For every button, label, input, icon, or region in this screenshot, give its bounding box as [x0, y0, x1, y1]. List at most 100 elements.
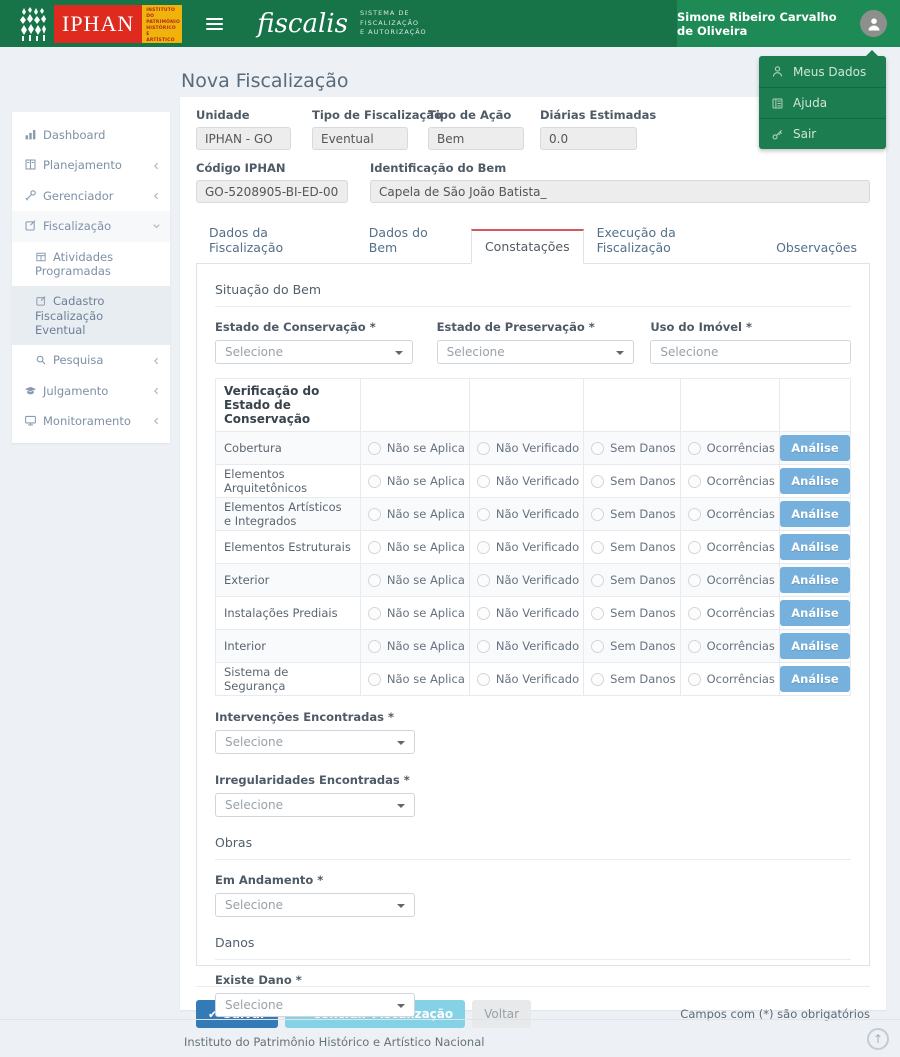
radio-ocorrencias[interactable] [688, 475, 701, 488]
field-codigo-iphan: Código IPHAN [196, 161, 348, 203]
analise-button[interactable]: Análise [780, 666, 849, 692]
analise-button[interactable]: Análise [780, 501, 849, 527]
edit-square-icon [35, 295, 47, 307]
radio-option-label: Não se Aplica [387, 606, 465, 620]
menu-item-meus-dados[interactable]: Meus Dados [759, 56, 886, 87]
estado-conservacao-select[interactable]: Selecione [215, 340, 413, 364]
radio-sem-danos[interactable] [591, 508, 604, 521]
radio-nao-verificado[interactable] [477, 508, 490, 521]
existe-dano-select[interactable]: Selecione [215, 993, 415, 1017]
user-menu-button[interactable]: Simone Ribeiro Carvalho de Oliveira [677, 0, 900, 47]
radio-nao-verificado[interactable] [477, 442, 490, 455]
radio-nao-se-aplica[interactable] [368, 541, 381, 554]
field-estado-conservacao: Estado de Conservação * Selecione [215, 320, 413, 364]
sidebar-toggle-icon[interactable] [206, 15, 223, 33]
menu-item-sair[interactable]: Sair [759, 118, 886, 149]
user-avatar-icon [860, 10, 887, 37]
intervencoes-label: Intervenções Encontradas * [215, 710, 415, 724]
sidebar-item-julgamento[interactable]: Julgamento [12, 376, 170, 406]
analise-button[interactable]: Análise [780, 567, 849, 593]
analise-button[interactable]: Análise [780, 600, 849, 626]
radio-nao-verificado[interactable] [477, 475, 490, 488]
iphan-emblem-icon [18, 6, 48, 42]
check-table-row: Sistema de SegurançaNão se AplicaNão Ver… [216, 663, 851, 696]
radio-nao-se-aplica[interactable] [368, 673, 381, 686]
radio-sem-danos[interactable] [591, 475, 604, 488]
radio-option-label: Não Verificado [496, 639, 579, 653]
radio-ocorrencias[interactable] [688, 607, 701, 620]
identificacao-bem-input[interactable] [370, 180, 870, 203]
radio-option-label: Sem Danos [610, 606, 675, 620]
tipo-acao-input[interactable] [428, 127, 524, 150]
em-andamento-select[interactable]: Selecione [215, 893, 415, 917]
sidebar-item-cadastro-fiscalizacao-eventual[interactable]: Cadastro Fiscalização Eventual [12, 286, 170, 345]
irregularidades-select[interactable]: Selecione [215, 793, 415, 817]
codigo-iphan-input[interactable] [196, 180, 348, 203]
tabs-bar: Dados da Fiscalização Dados do Bem Const… [196, 216, 870, 264]
radio-ocorrencias[interactable] [688, 508, 701, 521]
check-table-row: ExteriorNão se AplicaNão VerificadoSem D… [216, 564, 851, 597]
radio-option-label: Não Verificado [496, 672, 579, 686]
radio-nao-verificado[interactable] [477, 673, 490, 686]
radio-sem-danos[interactable] [591, 442, 604, 455]
codigo-iphan-label: Código IPHAN [196, 161, 348, 175]
section-obras: Obras [215, 835, 851, 860]
tab-dados-do-bem[interactable]: Dados do Bem [356, 216, 471, 264]
radio-option-label: Não se Aplica [387, 639, 465, 653]
iphan-logo[interactable]: IPHAN INSTITUTO DO PATRIMÔNIO HISTÓRICO … [18, 0, 182, 47]
radio-nao-se-aplica[interactable] [368, 442, 381, 455]
sidebar-item-gerenciador[interactable]: Gerenciador [12, 181, 170, 211]
tab-dados-da-fiscalizacao[interactable]: Dados da Fiscalização [196, 216, 356, 264]
uso-imovel-input[interactable] [650, 340, 851, 364]
sidebar-item-pesquisa[interactable]: Pesquisa [12, 345, 170, 375]
radio-ocorrencias[interactable] [688, 442, 701, 455]
radio-ocorrencias[interactable] [688, 574, 701, 587]
sidebar-item-dashboard[interactable]: Dashboard [12, 120, 170, 150]
radio-nao-se-aplica[interactable] [368, 574, 381, 587]
radio-nao-se-aplica[interactable] [368, 640, 381, 653]
page-footer: Instituto do Patrimônio Histórico e Artí… [0, 1019, 900, 1057]
fiscalis-logo: fiscalis [257, 11, 348, 37]
check-table-row: Instalações PrediaisNão se AplicaNão Ver… [216, 597, 851, 630]
radio-nao-verificado[interactable] [477, 607, 490, 620]
tab-constatacoes[interactable]: Constatações [471, 229, 584, 264]
analise-button[interactable]: Análise [780, 534, 849, 560]
check-item-label: Instalações Prediais [216, 597, 361, 630]
radio-sem-danos[interactable] [591, 673, 604, 686]
tipo-fiscalizacao-input[interactable] [312, 127, 408, 150]
tab-execucao-da-fiscalizacao[interactable]: Execução da Fiscalização [584, 216, 763, 264]
sidebar-item-atividades-programadas[interactable]: Atividades Programadas [12, 242, 170, 287]
sidebar-item-monitoramento[interactable]: Monitoramento [12, 406, 170, 436]
check-table-row: CoberturaNão se AplicaNão VerificadoSem … [216, 432, 851, 465]
unidade-input[interactable] [196, 127, 291, 150]
analise-button[interactable]: Análise [780, 468, 849, 494]
analise-button[interactable]: Análise [780, 435, 849, 461]
menu-item-ajuda[interactable]: Ajuda [759, 87, 886, 118]
diarias-estimadas-input[interactable] [540, 127, 637, 150]
radio-ocorrencias[interactable] [688, 673, 701, 686]
estado-preservacao-select[interactable]: Selecione [437, 340, 635, 364]
radio-sem-danos[interactable] [591, 574, 604, 587]
radio-sem-danos[interactable] [591, 541, 604, 554]
intervencoes-select[interactable]: Selecione [215, 730, 415, 754]
radio-nao-verificado[interactable] [477, 640, 490, 653]
radio-nao-verificado[interactable] [477, 541, 490, 554]
sidebar-item-fiscalizacao[interactable]: Fiscalização [12, 211, 170, 241]
radio-ocorrencias[interactable] [688, 640, 701, 653]
tab-observacoes[interactable]: Observações [763, 231, 870, 264]
radio-nao-verificado[interactable] [477, 574, 490, 587]
radio-option-label: Ocorrências [707, 441, 775, 455]
field-irregularidades: Irregularidades Encontradas * Selecione [215, 773, 415, 817]
radio-sem-danos[interactable] [591, 640, 604, 653]
radio-sem-danos[interactable] [591, 607, 604, 620]
scroll-to-top-button[interactable] [867, 1028, 889, 1050]
radio-nao-se-aplica[interactable] [368, 508, 381, 521]
radio-ocorrencias[interactable] [688, 541, 701, 554]
radio-nao-se-aplica[interactable] [368, 475, 381, 488]
analise-button[interactable]: Análise [780, 633, 849, 659]
radio-nao-se-aplica[interactable] [368, 607, 381, 620]
chevron-down-icon [152, 222, 161, 231]
tipo-acao-label: Tipo de Ação [428, 108, 524, 122]
radio-option-label: Não Verificado [496, 441, 579, 455]
sidebar-item-planejamento[interactable]: Planejamento [12, 150, 170, 180]
